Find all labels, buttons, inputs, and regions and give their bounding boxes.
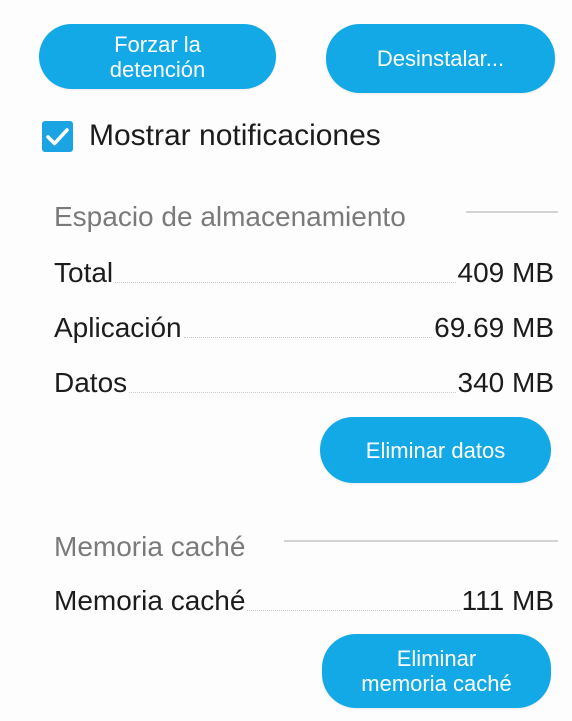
storage-data-value: 340 MB <box>457 367 555 398</box>
cache-section-divider <box>284 540 558 542</box>
checkmark-icon <box>46 128 69 146</box>
uninstall-label: Desinstalar... <box>376 46 505 71</box>
leader-dots <box>183 336 433 338</box>
cache-row: Memoria caché 111 MB <box>54 582 554 618</box>
leader-dots <box>247 609 460 611</box>
leader-dots <box>115 281 456 283</box>
storage-total-value: 409 MB <box>457 257 555 288</box>
force-stop-label: Forzar la detención <box>109 31 206 82</box>
app-info-screen: Forzar la detención Desinstalar... Mostr… <box>0 0 572 721</box>
storage-app-value: 69.69 MB <box>434 312 554 343</box>
cache-label: Memoria caché <box>54 585 246 616</box>
force-stop-button[interactable]: Forzar la detención <box>39 24 276 89</box>
clear-cache-button[interactable]: Eliminar memoria caché <box>322 634 551 708</box>
storage-data-label: Datos <box>54 367 128 398</box>
cache-section-title: Memoria caché <box>54 531 246 562</box>
storage-row-total: Total 409 MB <box>54 254 554 290</box>
leader-dots <box>129 391 456 393</box>
uninstall-button[interactable]: Desinstalar... <box>326 24 555 93</box>
show-notifications-checkbox[interactable] <box>42 121 73 152</box>
storage-total-label: Total <box>54 257 114 288</box>
storage-app-label: Aplicación <box>54 312 182 343</box>
show-notifications-label: Mostrar notificaciones <box>89 119 381 152</box>
clear-cache-label: Eliminar memoria caché <box>361 646 512 696</box>
clear-data-label: Eliminar datos <box>365 437 506 463</box>
cache-value: 111 MB <box>461 585 554 616</box>
storage-row-app: Aplicación 69.69 MB <box>54 309 554 345</box>
storage-section-title: Espacio de almacenamiento <box>54 201 406 232</box>
storage-section-divider <box>466 211 558 213</box>
clear-data-button[interactable]: Eliminar datos <box>320 417 551 483</box>
storage-row-data: Datos 340 MB <box>54 364 554 400</box>
